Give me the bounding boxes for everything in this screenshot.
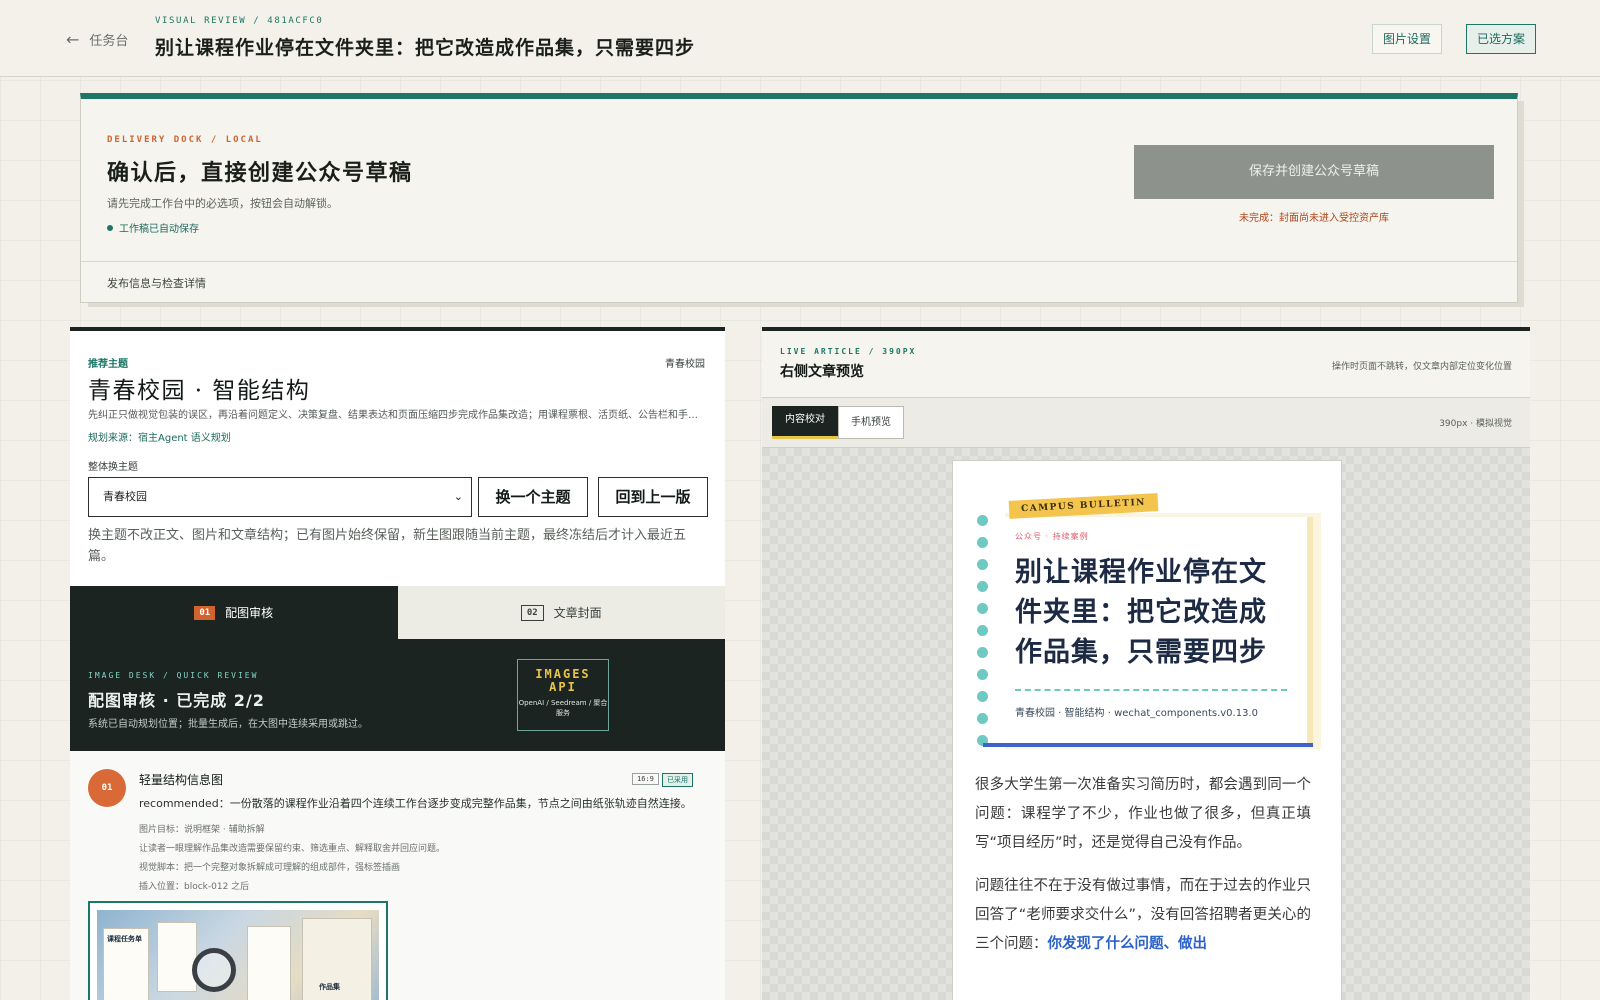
publish-details-link[interactable]: 发布信息与检查详情 [107, 275, 206, 291]
tab-label: 文章封面 [553, 606, 602, 620]
review-tabs: 01 配图审核 02 文章封面 [70, 586, 725, 639]
article-headline: 别让课程作业停在文件夹里：把它改造成作品集，只需要四步 [1015, 557, 1267, 668]
tab-number: 02 [520, 604, 544, 621]
preview-note: 操作时页面不跳转，仅文章内部定位变化位置 [1331, 362, 1512, 372]
image-index-badge: 01 [88, 769, 126, 807]
tab-image-review[interactable]: 01 配图审核 [70, 586, 398, 639]
article-paragraph: 很多大学生第一次准备实习简历时，都会遇到同一个问题：课程学了不少，作业也做了很多… [975, 777, 1311, 851]
image-card-title: 轻量结构信息图 [139, 773, 224, 787]
accent-bar [983, 743, 1313, 747]
ring-dot [977, 559, 988, 570]
incomplete-warning: 未完成：封面尚未进入受控资产库 [1239, 213, 1389, 224]
preview-header: LIVE ARTICLE / 390PX 右侧文章预览 操作时页面不跳转，仅文章… [762, 331, 1530, 398]
revert-version-button[interactable]: 回到上一版 [598, 477, 708, 517]
preview-title: 右侧文章预览 [780, 364, 864, 380]
theme-note: 换主题不改正文、图片和文章结构；已有图片始终保留，新生图跟随当前主题，最终冻结后… [88, 528, 687, 564]
theme-title: 青春校园 · 智能结构 [88, 378, 311, 404]
api-badge-title: IMAGES API [535, 667, 591, 694]
image-goal: 图片目标：说明框架 · 辅助拆解 [139, 825, 265, 835]
thumb-label-tasklist: 课程任务单 [107, 935, 142, 943]
ring-dot [977, 581, 988, 592]
infographic-illustration: 课程任务单 作品集 [97, 910, 379, 1000]
save-and-create-draft-button[interactable]: 保存并创建公众号草稿 [1134, 145, 1494, 199]
dock-divider [81, 261, 1517, 262]
top-header: ← 任务台 VISUAL REVIEW / 481ACFC0 别让课程作业停在文… [0, 0, 1600, 77]
theme-and-images-panel: 推荐主题 青春校园 青春校园 · 智能结构 先纠正只做视觉包装的误区，再沿着问题… [70, 327, 725, 1000]
images-api-badge: IMAGES API OpenAI / Seedream / 聚合服务 [517, 659, 609, 731]
theme-switch-label: 整体换主题 [88, 462, 138, 473]
recommended-theme-label: 推荐主题 [88, 359, 128, 370]
phone-preview[interactable]: CAMPUS BULLETIN 公众号 · 持续案例 别让课程作业停在文件夹里：… [952, 460, 1342, 1000]
review-kicker: VISUAL REVIEW / 481ACFC0 [155, 16, 324, 26]
theme-source: 规划来源：宿主Agent 语义规划 [88, 433, 231, 444]
preview-toolbar: 内容校对 手机预览 390px · 模拟视觉 [762, 398, 1530, 448]
back-to-taskboard[interactable]: ← 任务台 [66, 30, 128, 49]
tab-label: 配图审核 [225, 606, 274, 620]
image-desk-eyebrow: IMAGE DESK / QUICK REVIEW [88, 671, 259, 680]
ring-dot [977, 713, 988, 724]
ring-dot [977, 625, 988, 636]
article-channel: 公众号 · 持续案例 [1015, 532, 1089, 541]
status-dot-icon [107, 224, 113, 231]
image-visual-script: 视觉脚本：把一个完整对象拆解成可理解的组成部件，强标签插画 [139, 863, 401, 873]
image-card: 01 轻量结构信息图 16:9 已采用 recommended：一份散落的课程作… [70, 751, 725, 1000]
ring-dot [977, 647, 988, 658]
thumb-label-portfolio: 作品集 [319, 983, 340, 991]
ring-dot [977, 691, 988, 702]
dock-eyebrow: DELIVERY DOCK / LOCAL [107, 135, 263, 145]
ring-dot [977, 603, 988, 614]
live-article-panel: LIVE ARTICLE / 390PX 右侧文章预览 操作时页面不跳转，仅文章… [762, 327, 1530, 1000]
preview-canvas: CAMPUS BULLETIN 公众号 · 持续案例 别让课程作业停在文件夹里：… [762, 448, 1530, 1000]
page-title: 别让课程作业停在文件夹里：把它改造成作品集，只需要四步 [155, 37, 696, 59]
image-desk-header: IMAGE DESK / QUICK REVIEW 配图审核 · 已完成 2/2… [70, 639, 725, 751]
article-body: 很多大学生第一次准备实习简历时，都会遇到同一个问题：课程学了不少，作业也做了很多… [975, 771, 1311, 973]
article-meta: 青春校园 · 智能结构 · wechat_components.v0.13.0 [1015, 708, 1258, 719]
article-paragraph: 问题往往不在于没有做过事情，而在于过去的作业只回答了“老师要求交什么”，没有回答… [975, 872, 1311, 959]
image-desk-hint: 系统已自动规划位置；批量生成后，在大图中连续采用或跳过。 [88, 719, 368, 730]
image-settings-button[interactable]: 图片设置 [1372, 24, 1442, 54]
image-desk-title: 配图审核 · 已完成 2/2 [88, 691, 265, 710]
image-recommendation: recommended：一份散落的课程作业沿着四个连续工作台逐步变成完整作品集，… [139, 797, 692, 810]
dock-heading: 确认后，直接创建公众号草稿 [107, 160, 413, 186]
tab-number: 01 [194, 605, 216, 620]
arrow-left-icon: ← [66, 30, 80, 49]
paper-sheet [157, 922, 197, 992]
api-badge-providers: OpenAI / Seedream / 聚合服务 [518, 699, 608, 717]
chevron-down-icon: ⌄ [453, 490, 463, 503]
delivery-dock: DELIVERY DOCK / LOCAL 确认后，直接创建公众号草稿 请先完成… [80, 93, 1518, 303]
preview-eyebrow: LIVE ARTICLE / 390PX [780, 347, 917, 356]
back-label: 任务台 [89, 34, 129, 49]
viewport-width-note: 390px · 模拟视觉 [1439, 419, 1512, 429]
dashed-divider [1015, 689, 1287, 691]
autosave-status: 工作稿已自动保存 [107, 220, 199, 235]
theme-description: 先纠正只做视觉包装的误区，再沿着问题定义、决策复盘、结果表达和页面压缩四步完成作… [88, 410, 698, 421]
image-reader-note: 让读者一眼理解作品集改造需要保留约束、筛选重点、解释取舍并回应问题。 [139, 844, 446, 854]
theme-select-value: 青春校园 [103, 490, 147, 503]
autosave-label: 工作稿已自动保存 [119, 224, 199, 235]
aspect-ratio-badge: 16:9 [632, 773, 659, 785]
status-badge: 已采用 [662, 773, 693, 787]
paper-sheet [247, 926, 291, 1000]
ring-dot [977, 515, 988, 526]
tab-content-proofread[interactable]: 内容校对 [772, 406, 838, 439]
image-insert-position: 插入位置：block-012 之后 [139, 882, 250, 892]
tab-mobile-preview[interactable]: 手机预览 [838, 406, 904, 439]
highlighted-text: 你发现了什么问题、做出 [1047, 936, 1208, 952]
tab-article-cover[interactable]: 02 文章封面 [397, 586, 725, 639]
dock-subtitle: 请先完成工作台中的必选项，按钮会自动解锁。 [107, 197, 338, 210]
article-hero-card: CAMPUS BULLETIN 公众号 · 持续案例 别让课程作业停在文件夹里：… [975, 491, 1321, 749]
theme-select[interactable]: 青春校园 ⌄ [88, 477, 472, 517]
selected-plan-button[interactable]: 已选方案 [1466, 24, 1536, 54]
ring-binder-spine [975, 515, 989, 755]
ring-dot [977, 537, 988, 548]
theme-corner-label: 青春校园 [665, 359, 705, 370]
magnifier-icon [192, 948, 236, 992]
image-thumbnail[interactable]: 课程任务单 作品集 [88, 901, 388, 1000]
ring-dot [977, 669, 988, 680]
swap-theme-button[interactable]: 换一个主题 [478, 477, 588, 517]
